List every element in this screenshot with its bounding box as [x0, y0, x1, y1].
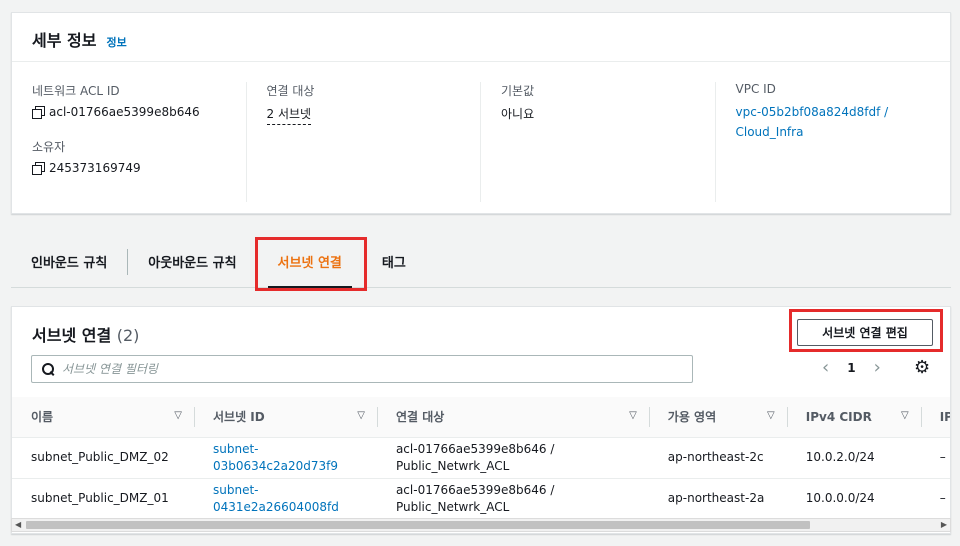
- details-col-acl: 네트워크 ACL ID acl-01766ae5399e8b646 소유자 24…: [12, 82, 247, 202]
- acl-id-label: 네트워크 ACL ID: [32, 84, 120, 98]
- details-col-default: 기본값 아니요: [481, 82, 716, 202]
- info-link[interactable]: 정보: [106, 34, 126, 50]
- subnet-table: 이름▽ 서브넷 ID▽ 연결 대상▽ 가용 영역▽ IPv4 CIDR▽ IP …: [12, 397, 950, 520]
- vpc-id-line2: Cloud_Infra: [735, 125, 804, 139]
- panel-count: (2): [116, 326, 140, 345]
- panel-title: 서브넷 연결 (2): [32, 322, 139, 346]
- sort-icon: ▽: [900, 410, 909, 421]
- panel-title-text: 서브넷 연결: [32, 326, 112, 345]
- cell-ip: –: [920, 437, 950, 479]
- details-grid: 네트워크 ACL ID acl-01766ae5399e8b646 소유자 24…: [12, 62, 950, 202]
- tab-tags[interactable]: 태그: [362, 247, 426, 277]
- tab-inbound-rules[interactable]: 인바운드 규칙: [11, 247, 127, 277]
- details-col-vpc: VPC ID vpc-05b2bf08a824d8fdf / Cloud_Inf…: [716, 82, 951, 202]
- associated-popover[interactable]: 2 서브넷: [266, 105, 312, 125]
- search-icon: [42, 363, 54, 375]
- col-ip[interactable]: IP: [920, 397, 950, 438]
- pagination: ‹ 1 ›: [822, 359, 881, 377]
- sort-icon: ▽: [357, 410, 365, 421]
- details-title: 세부 정보: [32, 31, 97, 50]
- filter-input[interactable]: [62, 362, 662, 376]
- default-label: 기본값: [501, 84, 535, 98]
- cell-associated: acl-01766ae5399e8b646 /Public_Netwrk_ACL: [376, 437, 649, 479]
- vpc-id-line1: vpc-05b2bf08a824d8fdf /: [735, 105, 889, 119]
- details-col-associated: 연결 대상 2 서브넷: [247, 82, 481, 202]
- table-header-row: 이름▽ 서브넷 ID▽ 연결 대상▽ 가용 영역▽ IPv4 CIDR▽ IP: [12, 397, 950, 438]
- cell-cidr: 10.0.2.0/24: [786, 437, 921, 479]
- cell-ip: –: [920, 478, 950, 520]
- owner-id: 245373169749: [49, 161, 141, 175]
- details-header: 세부 정보 정보: [12, 13, 950, 62]
- highlight-box-button: [789, 309, 943, 352]
- col-subnet-id[interactable]: 서브넷 ID ▽: [193, 397, 377, 438]
- associated-value: 2 서브넷: [266, 105, 461, 125]
- scrollbar-thumb[interactable]: [26, 521, 810, 529]
- sort-icon: ▽: [174, 410, 182, 421]
- col-az[interactable]: 가용 영역 ▽: [648, 397, 787, 438]
- cell-subnet-id[interactable]: subnet- 0431e2a26604008fd: [193, 478, 377, 520]
- associated-label: 연결 대상: [266, 84, 315, 98]
- owner-label: 소유자: [32, 140, 66, 154]
- copy-icon[interactable]: [32, 162, 45, 175]
- col-ipv4-cidr[interactable]: IPv4 CIDR ▽: [786, 397, 921, 438]
- acl-id-value: acl-01766ae5399e8b646: [32, 105, 226, 119]
- col-associated[interactable]: 연결 대상 ▽: [376, 397, 649, 438]
- col-name[interactable]: 이름 ▽: [12, 397, 194, 438]
- cell-az: ap-northeast-2c: [648, 437, 787, 479]
- filter-search: [31, 355, 693, 383]
- cell-name: subnet_Public_DMZ_01: [12, 478, 194, 520]
- sort-icon: ▽: [767, 410, 775, 421]
- page-number[interactable]: 1: [847, 361, 855, 375]
- owner-value: 245373169749: [32, 161, 226, 175]
- highlight-box-tab: [255, 237, 367, 291]
- cell-associated: acl-01766ae5399e8b646 /Public_Netwrk_ACL: [376, 478, 649, 520]
- tab-outbound-rules[interactable]: 아웃바운드 규칙: [128, 247, 256, 277]
- table-row: subnet_Public_DMZ_02 subnet- 03b0634c2a20…: [12, 437, 950, 479]
- cell-subnet-id[interactable]: subnet- 03b0634c2a20d73f9: [193, 437, 377, 479]
- sort-icon: ▽: [629, 410, 637, 421]
- acl-id: acl-01766ae5399e8b646: [49, 105, 200, 119]
- chevron-right-icon[interactable]: ›: [874, 359, 881, 377]
- chevron-left-icon[interactable]: ‹: [822, 359, 829, 377]
- vpc-id-label: VPC ID: [735, 82, 776, 96]
- table-row: subnet_Public_DMZ_01 subnet- 0431e2a26604…: [12, 478, 950, 520]
- cell-az: ap-northeast-2a: [648, 478, 787, 520]
- scroll-left-icon[interactable]: ◀: [15, 520, 21, 529]
- cell-cidr: 10.0.0.0/24: [786, 478, 921, 520]
- details-panel: 세부 정보 정보 네트워크 ACL ID acl-01766ae5399e8b6…: [11, 12, 951, 214]
- gear-icon[interactable]: ⚙: [914, 359, 930, 377]
- default-value: 아니요: [501, 107, 535, 121]
- horizontal-scrollbar[interactable]: ◀ ▶: [11, 518, 951, 532]
- scroll-right-icon[interactable]: ▶: [941, 520, 947, 529]
- copy-icon[interactable]: [32, 106, 45, 119]
- tab-bar: 인바운드 규칙 아웃바운드 규칙 서브넷 연결 태그: [11, 236, 951, 289]
- cell-name: subnet_Public_DMZ_02: [12, 437, 194, 479]
- vpc-id-link[interactable]: vpc-05b2bf08a824d8fdf / Cloud_Infra: [736, 102, 931, 142]
